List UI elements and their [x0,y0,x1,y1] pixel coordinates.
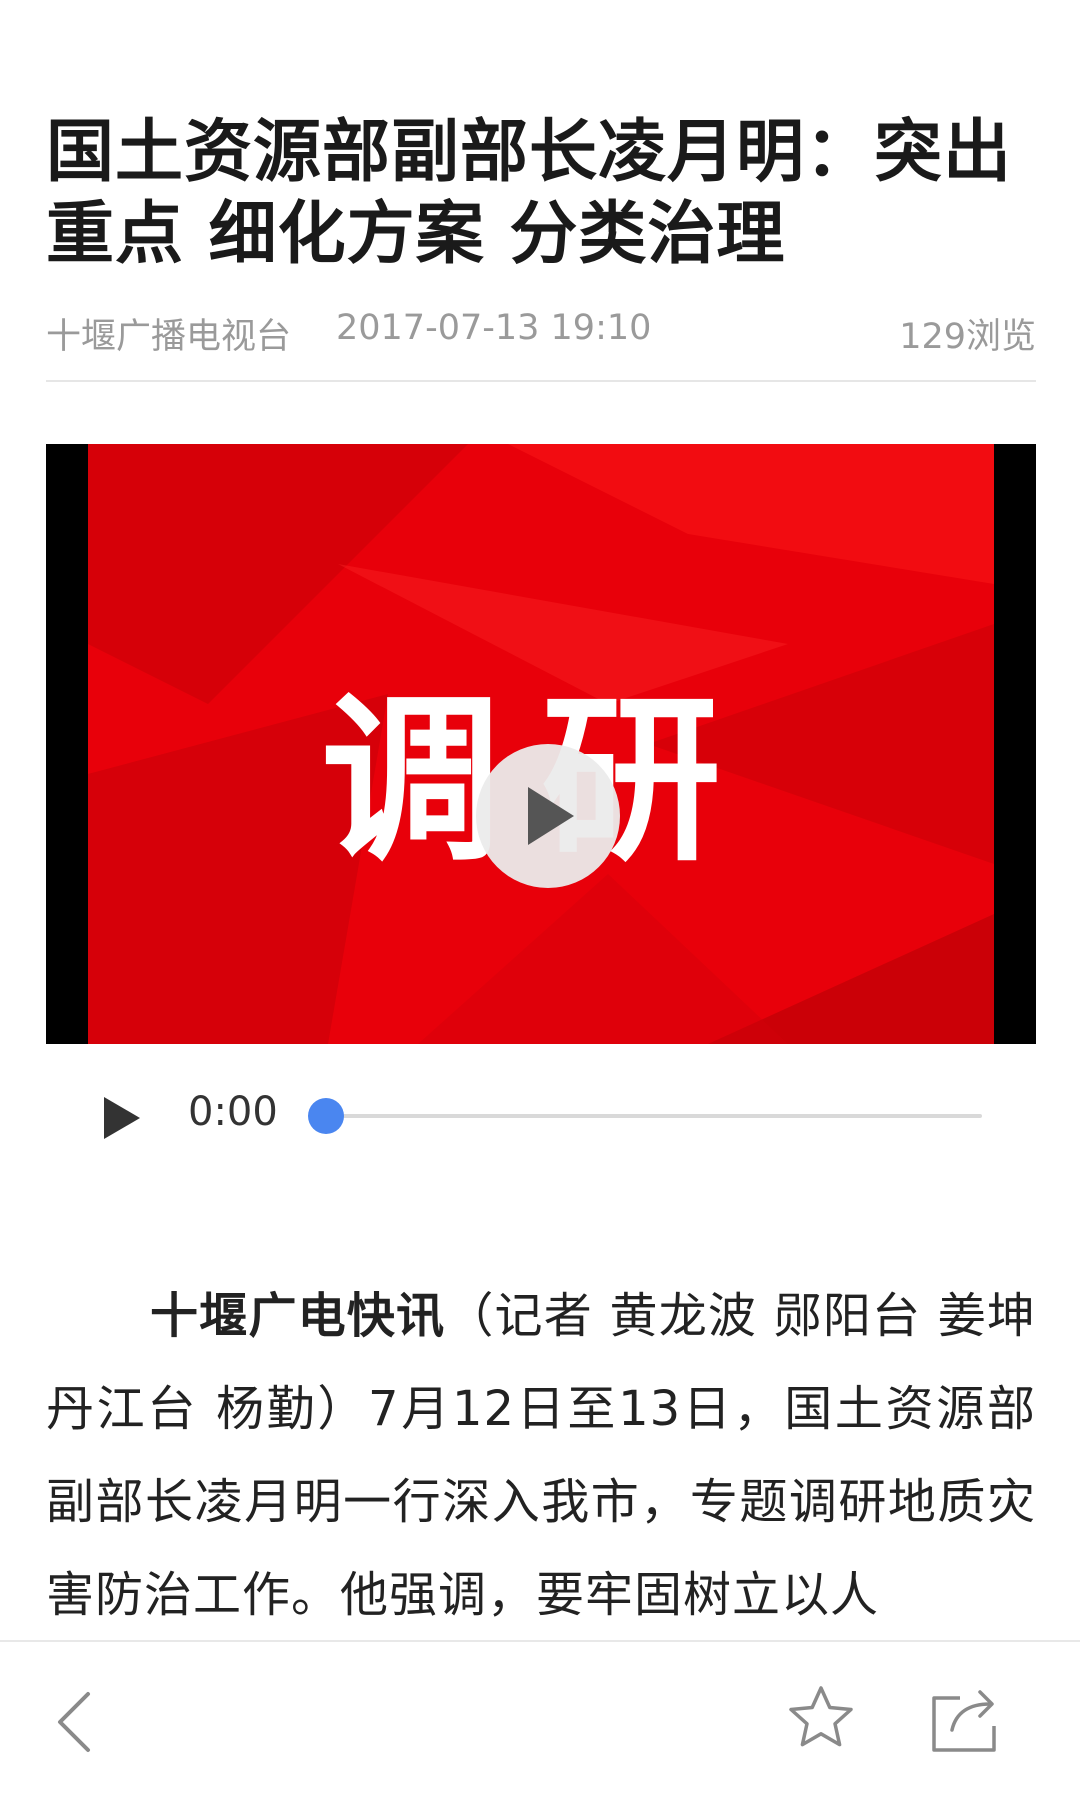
star-icon [789,1686,853,1747]
favorite-button[interactable] [785,1682,857,1754]
play-icon [528,787,574,845]
seek-bar[interactable] [326,1114,982,1118]
bottom-toolbar [0,1640,1080,1802]
play-icon [104,1097,140,1139]
video-controls: 0:00 [46,1065,1036,1165]
article-title: 国土资源部副部长凌月明：突出重点 细化方案 分类治理 [46,113,1013,274]
article-datetime: 2017-07-13 19:10 [336,308,652,348]
play-pause-button[interactable] [102,1095,142,1141]
meta-divider [46,380,1036,382]
share-button[interactable] [928,1680,1004,1756]
big-play-button[interactable] [476,744,620,888]
article-view-count: 129浏览 [899,317,1036,357]
article-meta: 十堰广播电视台 2017-07-13 19:10 129浏览 [46,308,1036,360]
current-time: 0:00 [188,1089,278,1135]
back-button[interactable] [44,1682,114,1762]
article-body: 十堰广电快讯（记者 黄龙波 郧阳台 姜坤 丹江台 杨勤）7月12日至13日，国土… [46,1270,1036,1642]
video-player[interactable]: 调研 [46,444,1036,1044]
article-source: 十堰广播电视台 [46,317,292,357]
seek-thumb[interactable] [308,1098,344,1134]
body-lead: 十堰广电快讯 [150,1288,446,1344]
share-icon [932,1690,996,1752]
back-chevron-icon [58,1692,90,1752]
